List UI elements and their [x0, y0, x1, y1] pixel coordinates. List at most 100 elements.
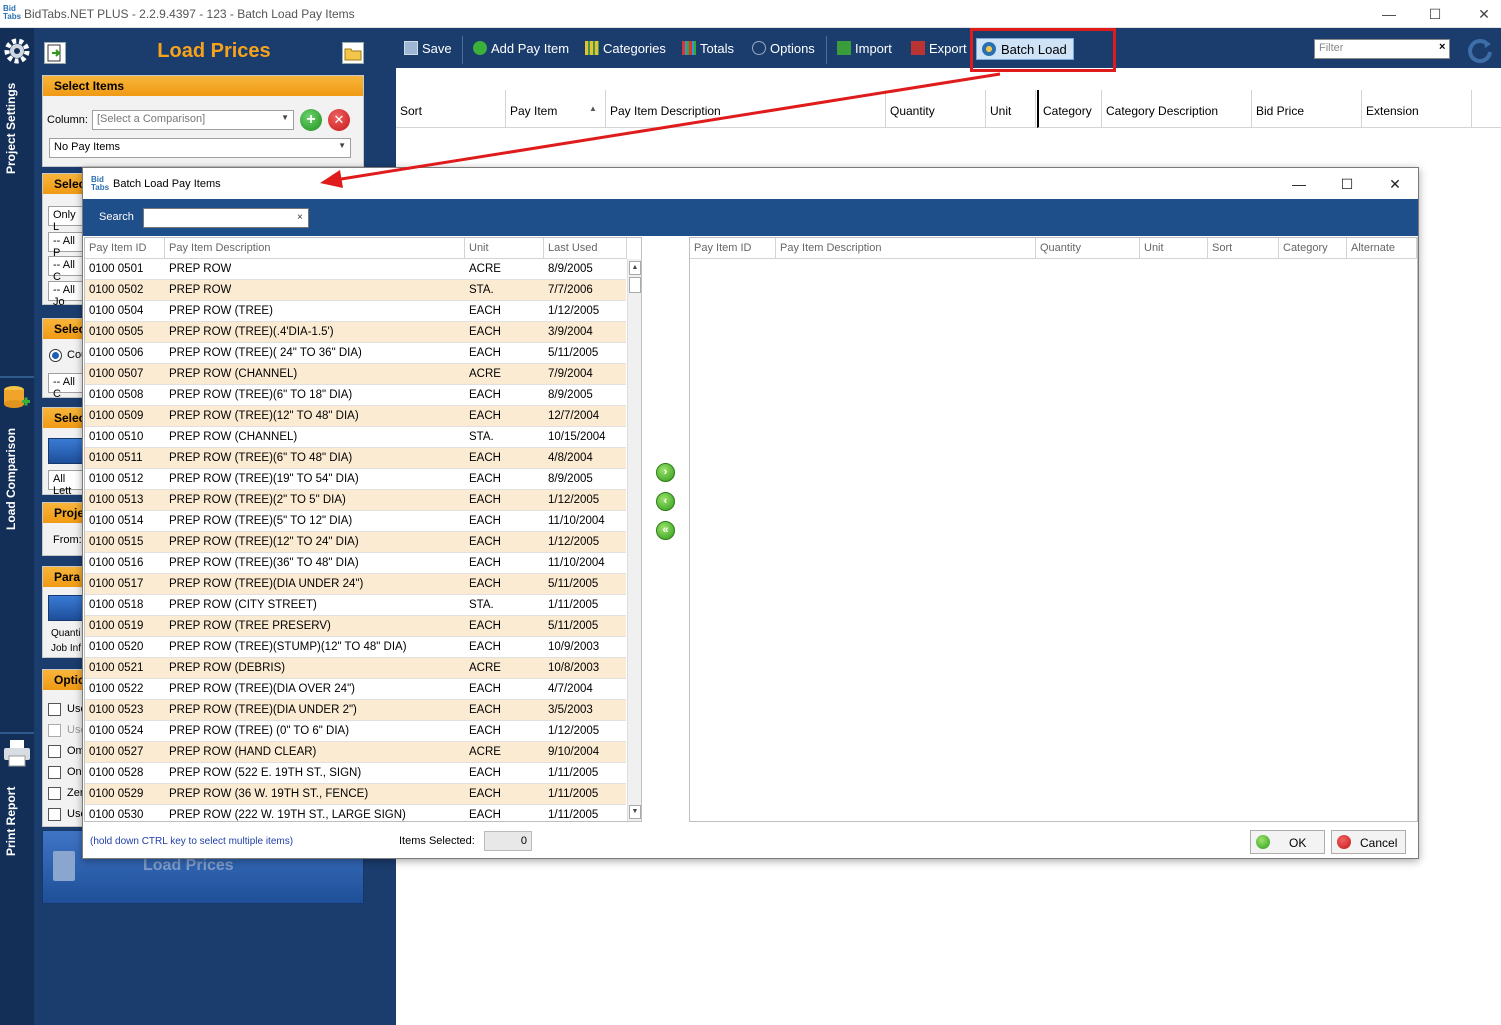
table-row[interactable]: 0100 0516 PREP ROW (TREE)(36" TO 48" DIA)…: [85, 553, 626, 574]
comparison-select[interactable]: [Select a Comparison] ▼: [92, 110, 294, 130]
table-row[interactable]: 0100 0508 PREP ROW (TREE)(6" TO 18" DIA) E…: [85, 385, 626, 406]
table-row[interactable]: 0100 0527 PREP ROW (HAND CLEAR) ACRE 9/10/2…: [85, 742, 626, 763]
table-row[interactable]: 0100 0530 PREP ROW (222 W. 19TH ST., LARG…: [85, 805, 626, 821]
database-add-icon[interactable]: [2, 382, 32, 412]
col-extension[interactable]: Extension: [1362, 90, 1472, 128]
save-button[interactable]: Save: [404, 40, 452, 58]
table-row[interactable]: 0100 0519 PREP ROW (TREE PRESERV) EACH 5/11…: [85, 616, 626, 637]
col-unit[interactable]: Unit: [986, 90, 1036, 128]
col-sort[interactable]: Sort: [396, 90, 506, 128]
refresh-icon[interactable]: [1466, 36, 1494, 64]
totals-button[interactable]: Totals: [682, 40, 734, 58]
minimize-button[interactable]: —: [1379, 5, 1399, 23]
load-comparison-tab[interactable]: Load Comparison: [4, 420, 18, 530]
table-row[interactable]: 0100 0521 PREP ROW (DEBRIS) ACRE 10/8/2003: [85, 658, 626, 679]
add-selected-icon[interactable]: ›: [656, 463, 675, 482]
export-doc-icon[interactable]: [44, 42, 66, 64]
col-unit[interactable]: Unit: [1140, 238, 1208, 259]
col-category-description[interactable]: Category Description: [1102, 90, 1252, 128]
remove-comparison-icon[interactable]: ✕: [328, 109, 350, 131]
table-row[interactable]: 0100 0510 PREP ROW (CHANNEL) STA. 10/15/200…: [85, 427, 626, 448]
table-row[interactable]: 0100 0511 PREP ROW (TREE)(6" TO 48" DIA) E…: [85, 448, 626, 469]
vertical-scrollbar[interactable]: ▲ ▼: [627, 259, 641, 821]
col-category[interactable]: Category: [1037, 90, 1102, 128]
table-row[interactable]: 0100 0506 PREP ROW (TREE)( 24" TO 36" DIA…: [85, 343, 626, 364]
col-pay-item-id[interactable]: Pay Item ID: [690, 238, 776, 259]
col-pay-item-description[interactable]: Pay Item Description: [165, 238, 465, 259]
dialog-minimize-button[interactable]: —: [1289, 175, 1309, 193]
col-quantity[interactable]: Quantity: [886, 90, 986, 128]
table-row[interactable]: 0100 0501 PREP ROW ACRE 8/9/2005: [85, 259, 626, 280]
printer-icon[interactable]: [2, 738, 32, 768]
ok-button[interactable]: OK: [1250, 830, 1325, 854]
table-row[interactable]: 0100 0509 PREP ROW (TREE)(12" TO 48" DIA)…: [85, 406, 626, 427]
table-row[interactable]: 0100 0512 PREP ROW (TREE)(19" TO 54" DIA)…: [85, 469, 626, 490]
col-quantity[interactable]: Quantity: [1036, 238, 1140, 259]
table-row[interactable]: 0100 0507 PREP ROW (CHANNEL) ACRE 7/9/2004: [85, 364, 626, 385]
add-comparison-icon[interactable]: +: [300, 109, 322, 131]
cell-unit: EACH: [469, 452, 501, 464]
print-report-tab[interactable]: Print Report: [4, 776, 18, 856]
county-radio[interactable]: [49, 349, 62, 362]
scroll-up-icon[interactable]: ▲: [629, 261, 641, 275]
col-pay-item-description[interactable]: Pay Item Description: [606, 90, 886, 128]
table-row[interactable]: 0100 0522 PREP ROW (TREE)(DIA OVER 24") EA…: [85, 679, 626, 700]
table-row[interactable]: 0100 0513 PREP ROW (TREE)(2" TO 5" DIA) EA…: [85, 490, 626, 511]
table-row[interactable]: 0100 0528 PREP ROW (522 E. 19TH ST., SIGN…: [85, 763, 626, 784]
table-row[interactable]: 0100 0514 PREP ROW (TREE)(5" TO 12" DIA) E…: [85, 511, 626, 532]
col-sort[interactable]: Sort: [1208, 238, 1279, 259]
filter-input[interactable]: Filter: [1314, 39, 1450, 59]
table-row[interactable]: 0100 0505 PREP ROW (TREE)(.4'DIA-1.5') EAC…: [85, 322, 626, 343]
col-pay-item-description[interactable]: Pay Item Description: [776, 238, 1036, 259]
table-row[interactable]: 0100 0515 PREP ROW (TREE)(12" TO 24" DIA)…: [85, 532, 626, 553]
col-alternate[interactable]: Alternate: [1347, 238, 1417, 259]
add-pay-item-button[interactable]: Add Pay Item: [473, 40, 569, 58]
pay-items-select[interactable]: No Pay Items ▼: [49, 138, 351, 158]
open-folder-icon[interactable]: [342, 42, 364, 64]
option-checkbox[interactable]: [48, 787, 61, 800]
table-row[interactable]: 0100 0520 PREP ROW (TREE)(STUMP)(12" TO 4…: [85, 637, 626, 658]
table-row[interactable]: 0100 0523 PREP ROW (TREE)(DIA UNDER 2") EA…: [85, 700, 626, 721]
option-checkbox[interactable]: [48, 766, 61, 779]
cancel-button[interactable]: Cancel: [1331, 830, 1406, 854]
cell-last-used: 1/11/2005: [548, 767, 599, 779]
options-button[interactable]: Options: [752, 40, 815, 58]
table-row[interactable]: 0100 0502 PREP ROW STA. 7/7/2006: [85, 280, 626, 301]
import-button[interactable]: Import: [837, 40, 892, 58]
close-button[interactable]: ✕: [1474, 5, 1494, 23]
parameters-bar[interactable]: [48, 595, 84, 621]
cell-pay-item-id: 0100 0512: [89, 473, 144, 485]
cell-pay-item-description: PREP ROW (DEBRIS): [169, 662, 286, 674]
table-row[interactable]: 0100 0504 PREP ROW (TREE) EACH 1/12/2005: [85, 301, 626, 322]
dialog-maximize-button[interactable]: ☐: [1337, 175, 1357, 193]
remove-selected-icon[interactable]: ‹: [656, 492, 675, 511]
search-clear-icon[interactable]: ×: [297, 212, 303, 223]
table-row[interactable]: 0100 0524 PREP ROW (TREE) (0" TO 6" DIA) E…: [85, 721, 626, 742]
letting-bar[interactable]: [48, 438, 84, 464]
table-row[interactable]: 0100 0518 PREP ROW (CITY STREET) STA. 1/11/…: [85, 595, 626, 616]
cell-pay-item-description: PREP ROW (TREE)(STUMP)(12" TO 48" DIA): [169, 641, 407, 653]
option-checkbox[interactable]: [48, 703, 61, 716]
option-checkbox[interactable]: [48, 808, 61, 821]
remove-all-icon[interactable]: «: [656, 521, 675, 540]
col-category[interactable]: Category: [1279, 238, 1347, 259]
cell-pay-item-id: 0100 0514: [89, 515, 144, 527]
option-checkbox[interactable]: [48, 724, 61, 737]
table-row[interactable]: 0100 0529 PREP ROW (36 W. 19TH ST., FENCE…: [85, 784, 626, 805]
col-bid-price[interactable]: Bid Price: [1252, 90, 1362, 128]
col-unit[interactable]: Unit: [465, 238, 544, 259]
project-settings-tab[interactable]: Project Settings: [4, 74, 18, 174]
categories-button[interactable]: Categories: [585, 40, 666, 58]
filter-clear-icon[interactable]: ×: [1439, 41, 1445, 53]
col-pay-item-id[interactable]: Pay Item ID: [85, 238, 165, 259]
scroll-down-icon[interactable]: ▼: [629, 805, 641, 819]
dialog-close-button[interactable]: ✕: [1385, 175, 1405, 193]
maximize-button[interactable]: ☐: [1425, 5, 1445, 23]
search-input[interactable]: [143, 208, 309, 228]
col-last-used[interactable]: Last Used: [544, 238, 627, 259]
option-checkbox[interactable]: [48, 745, 61, 758]
gear-icon[interactable]: [2, 36, 32, 66]
scroll-thumb[interactable]: [629, 277, 641, 293]
table-row[interactable]: 0100 0517 PREP ROW (TREE)(DIA UNDER 24") E…: [85, 574, 626, 595]
export-button[interactable]: Export: [911, 40, 967, 58]
